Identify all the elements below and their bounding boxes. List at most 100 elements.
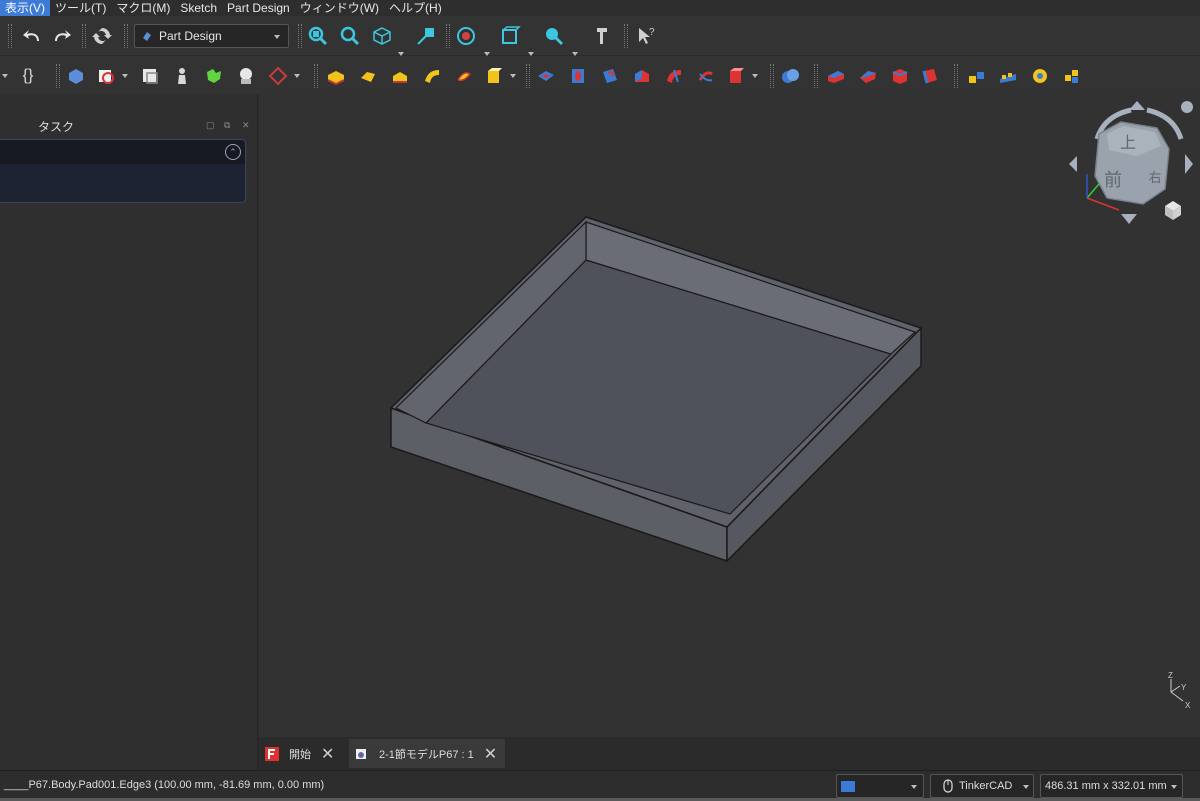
- svg-text:?: ?: [649, 27, 655, 38]
- additive-primitive-icon[interactable]: [482, 64, 506, 88]
- dock-icon[interactable]: ▢: [206, 120, 215, 131]
- dimension-display[interactable]: 486.31 mm x 332.01 mm: [1040, 774, 1183, 798]
- chevron-down-icon[interactable]: [752, 74, 758, 78]
- mouse-icon: [943, 779, 953, 793]
- toolbar-grip[interactable]: [8, 24, 12, 48]
- refresh-icon[interactable]: [90, 24, 114, 48]
- toolbar-grip[interactable]: [624, 24, 628, 48]
- nav-menu-dot: [1181, 101, 1193, 113]
- mini-axis-indicator: Z Y X: [1168, 671, 1191, 710]
- toolbar-grip[interactable]: [82, 24, 86, 48]
- toolbar-grip[interactable]: [124, 24, 128, 48]
- datum-plane-icon[interactable]: [266, 64, 290, 88]
- cube-right-label: 右: [1148, 171, 1161, 186]
- zoom-icon[interactable]: [542, 24, 566, 48]
- chevron-down-icon: [1023, 785, 1029, 789]
- menu-window[interactable]: ウィンドウ(W): [295, 0, 384, 16]
- pocket-icon[interactable]: [534, 64, 558, 88]
- nav-down-arrow: [1121, 214, 1137, 224]
- draw-style-icon[interactable]: [454, 24, 478, 48]
- nav-right-arrow: [1185, 154, 1193, 174]
- revolution-icon[interactable]: [356, 64, 380, 88]
- float-icon[interactable]: ⧉: [224, 120, 230, 131]
- create-body-icon[interactable]: [64, 64, 88, 88]
- document-tabbar: 開始 ✕ 2-1節モデルP67 : 1 ✕: [259, 737, 1200, 770]
- tab-document[interactable]: 2-1節モデルP67 : 1 ✕: [349, 739, 505, 768]
- model-view: 上 前 右 Z Y X: [389, 101, 1193, 710]
- status-bar: ____P67.Body.Pad001.Edge3 (100.00 mm, -8…: [0, 770, 1200, 801]
- linear-pattern-icon[interactable]: [996, 64, 1020, 88]
- collapse-icon[interactable]: ⌃: [225, 144, 241, 160]
- 3d-viewport[interactable]: 上 前 右 Z Y X: [259, 94, 1200, 737]
- whats-this-icon[interactable]: ?: [634, 24, 658, 48]
- pipe-icon[interactable]: [420, 64, 444, 88]
- fillet-icon[interactable]: [824, 64, 848, 88]
- create-sketch-icon[interactable]: [94, 64, 118, 88]
- subtractive-loft-icon[interactable]: [630, 64, 654, 88]
- subtractive-pipe-icon[interactable]: [662, 64, 686, 88]
- view-mode-selector[interactable]: [836, 774, 924, 798]
- hole-icon[interactable]: [566, 64, 590, 88]
- helix-icon[interactable]: [452, 64, 476, 88]
- tab-start[interactable]: 開始 ✕: [259, 739, 347, 768]
- part-document-icon: [356, 748, 366, 759]
- axonometric-view-icon[interactable]: [370, 24, 394, 48]
- close-icon[interactable]: ✕: [484, 744, 497, 764]
- measure-tool-icon[interactable]: [590, 24, 614, 48]
- toolbar-grip[interactable]: [298, 24, 302, 48]
- measure-icon[interactable]: [414, 24, 438, 48]
- chevron-down-icon[interactable]: [2, 74, 8, 78]
- menu-part-design[interactable]: Part Design: [222, 0, 295, 16]
- zoom-fit-all-icon[interactable]: [306, 24, 330, 48]
- pad-icon[interactable]: [324, 64, 348, 88]
- menu-view[interactable]: 表示(V): [0, 0, 50, 16]
- groove-icon[interactable]: [598, 64, 622, 88]
- redo-icon[interactable]: [50, 24, 74, 48]
- nav-cube[interactable]: 上 前 右: [1069, 101, 1193, 224]
- boolean-icon[interactable]: [778, 64, 802, 88]
- chamfer-icon[interactable]: [856, 64, 880, 88]
- toolbar-grip[interactable]: [770, 64, 774, 88]
- toolbar-grip[interactable]: [56, 64, 60, 88]
- subtractive-primitive-icon[interactable]: [724, 64, 748, 88]
- panel-title: タスク: [38, 120, 75, 134]
- toolbar-grip[interactable]: [954, 64, 958, 88]
- shape-binder-icon[interactable]: [202, 64, 226, 88]
- main-toolbar: Part Design ?: [0, 16, 1200, 56]
- bounding-box-icon[interactable]: [498, 24, 522, 48]
- menu-sketch[interactable]: Sketch: [175, 0, 222, 16]
- loft-icon[interactable]: [388, 64, 412, 88]
- clone-icon[interactable]: [170, 64, 194, 88]
- validate-sketch-icon[interactable]: [138, 64, 162, 88]
- chevron-down-icon[interactable]: [510, 74, 516, 78]
- view-mode-icon: [841, 780, 855, 792]
- toolbar-grip[interactable]: [314, 64, 318, 88]
- chevron-down-icon: [1171, 785, 1177, 789]
- close-icon[interactable]: ✕: [321, 744, 334, 764]
- draft-icon[interactable]: [888, 64, 912, 88]
- navigation-style-selector[interactable]: TinkerCAD: [930, 774, 1034, 798]
- toolbar-grip[interactable]: [526, 64, 530, 88]
- chevron-down-icon: [911, 785, 917, 789]
- mirrored-icon[interactable]: [964, 64, 988, 88]
- multitransform-icon[interactable]: [1060, 64, 1084, 88]
- toolbar-grip[interactable]: [814, 64, 818, 88]
- axis-z-label: Z: [1168, 671, 1173, 680]
- toolbar-grip[interactable]: [446, 24, 450, 48]
- menu-help[interactable]: ヘルプ(H): [384, 0, 447, 16]
- polar-pattern-icon[interactable]: [1028, 64, 1052, 88]
- undo-icon[interactable]: [20, 24, 44, 48]
- close-icon[interactable]: ✕: [242, 120, 250, 131]
- task-panel: タスク ▢ ⧉ ✕ ⌃: [0, 94, 258, 770]
- chevron-down-icon[interactable]: [122, 74, 128, 78]
- thickness-icon[interactable]: [918, 64, 942, 88]
- subtractive-helix-icon[interactable]: [694, 64, 718, 88]
- chevron-down-icon: [274, 35, 280, 39]
- subshape-binder-icon[interactable]: [234, 64, 258, 88]
- braces-icon[interactable]: {}: [16, 64, 40, 88]
- zoom-selection-icon[interactable]: [338, 24, 362, 48]
- chevron-down-icon[interactable]: [294, 74, 300, 78]
- menu-macro[interactable]: マクロ(M): [111, 0, 175, 16]
- workbench-selector[interactable]: Part Design: [134, 24, 289, 48]
- menu-tools[interactable]: ツール(T): [50, 0, 111, 16]
